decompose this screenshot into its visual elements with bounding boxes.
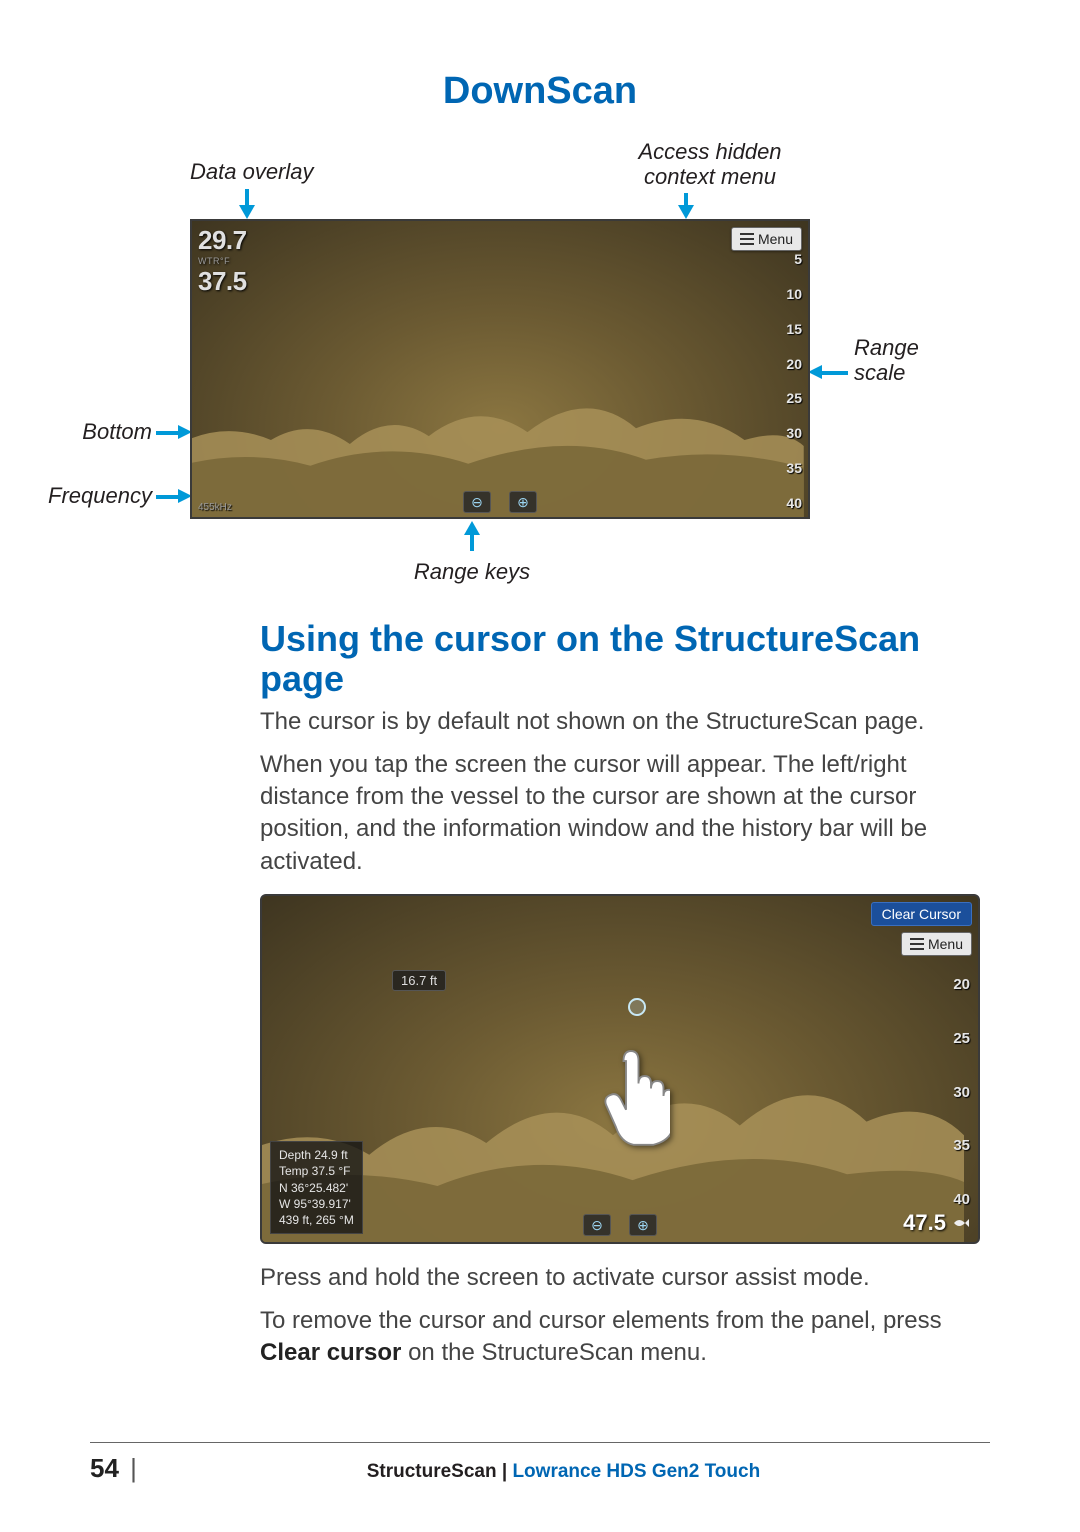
overlay-temp: 37.5 xyxy=(198,266,247,297)
sonar-panel-cursor[interactable]: Clear Cursor Menu 16.7 ft Depth 24.9 ft … xyxy=(260,894,980,1244)
menu-button[interactable]: Menu xyxy=(731,227,802,251)
paragraph: To remove the cursor and cursor elements… xyxy=(260,1305,990,1370)
range-scale: 5 10 15 20 25 30 35 40 xyxy=(786,251,802,511)
arrow-down-icon xyxy=(239,205,255,219)
arrow-bottom-stem xyxy=(156,431,180,435)
zoom-out-button[interactable]: ⊖ xyxy=(463,491,491,513)
sonar-panel-downscan: 29.7 WTR°F 37.5 Menu 5 10 15 20 25 30 35… xyxy=(190,219,810,519)
section-heading-cursor: Using the cursor on the StructureScan pa… xyxy=(260,619,990,698)
callout-range-keys: Range keys xyxy=(412,559,532,584)
cursor-marker-icon xyxy=(628,998,646,1016)
range-tick: 40 xyxy=(953,1191,970,1208)
arrow-freq-stem xyxy=(156,495,180,499)
page-footer: 54 | StructureScan | Lowrance HDS Gen2 T… xyxy=(90,1442,990,1484)
range-tick: 30 xyxy=(953,1084,970,1101)
info-lat: N 36°25.482' xyxy=(279,1180,354,1196)
info-lon: W 95°39.917' xyxy=(279,1196,354,1212)
arrow-left-icon xyxy=(808,365,822,379)
range-tick: 10 xyxy=(786,286,802,302)
footer-pipe: | xyxy=(123,1453,137,1484)
callout-frequency: Frequency xyxy=(40,483,152,508)
callout-bottom: Bottom xyxy=(72,419,152,444)
footer-section: StructureScan xyxy=(367,1461,497,1482)
menu-button[interactable]: Menu xyxy=(901,932,972,956)
menu-icon xyxy=(910,938,924,950)
touch-hand-icon xyxy=(592,1046,670,1146)
arrow-down-icon xyxy=(678,205,694,219)
zoom-in-button[interactable]: ⊕ xyxy=(629,1214,657,1236)
footer-center: StructureScan | Lowrance HDS Gen2 Touch xyxy=(137,1461,990,1483)
zoom-out-button[interactable]: ⊖ xyxy=(583,1214,611,1236)
menu-label: Menu xyxy=(758,231,793,247)
range-tick: 35 xyxy=(953,1137,970,1154)
data-overlay-box: 29.7 WTR°F 37.5 xyxy=(198,225,247,297)
callout-range-line2: scale xyxy=(854,360,905,385)
callout-context-line1: Access hidden xyxy=(638,139,781,164)
range-tick: 35 xyxy=(786,460,802,476)
range-tick: 40 xyxy=(786,495,802,511)
arrow-rangekeys-stem xyxy=(470,533,474,551)
range-tick: 20 xyxy=(953,976,970,993)
menu-label: Menu xyxy=(928,936,963,952)
menu-icon xyxy=(740,233,754,245)
info-temp: Temp 37.5 °F xyxy=(279,1163,354,1179)
footer-sep: | xyxy=(497,1461,513,1482)
paragraph: The cursor is by default not shown on th… xyxy=(260,706,990,738)
footer-brand: Lowrance HDS Gen2 Touch xyxy=(512,1461,760,1482)
cursor-distance-badge: 16.7 ft xyxy=(392,970,446,991)
fish-icon xyxy=(952,1214,970,1232)
depth-value: 47.5 xyxy=(903,1210,946,1236)
cursor-info-window: Depth 24.9 ft Temp 37.5 °F N 36°25.482' … xyxy=(270,1141,363,1234)
range-keys: ⊖ ⊕ xyxy=(583,1214,657,1236)
arrow-up-icon xyxy=(464,521,480,535)
para-text: To remove the cursor and cursor elements… xyxy=(260,1307,942,1334)
callout-context-menu: Access hidden context menu xyxy=(620,139,800,190)
callout-range-line1: Range xyxy=(854,335,919,360)
arrow-range-stem xyxy=(820,371,848,375)
info-depth: Depth 24.9 ft xyxy=(279,1147,354,1163)
bottom-right-depth: 47.5 xyxy=(903,1210,970,1236)
range-scale: 20 25 30 35 40 xyxy=(953,976,970,1208)
info-distance-bearing: 439 ft, 265 °M xyxy=(279,1212,354,1228)
range-tick: 20 xyxy=(786,356,802,372)
zoom-in-button[interactable]: ⊕ xyxy=(509,491,537,513)
callout-data-overlay: Data overlay xyxy=(190,159,314,184)
range-tick: 25 xyxy=(786,390,802,406)
clear-cursor-button[interactable]: Clear Cursor xyxy=(871,902,972,926)
range-tick: 15 xyxy=(786,321,802,337)
callout-range-scale: Range scale xyxy=(854,335,919,386)
frequency-label: 455kHz xyxy=(198,502,232,513)
range-tick: 25 xyxy=(953,1030,970,1047)
range-tick: 30 xyxy=(786,425,802,441)
paragraph: Press and hold the screen to activate cu… xyxy=(260,1262,990,1294)
para-text: on the StructureScan menu. xyxy=(401,1339,707,1366)
page-number: 54 xyxy=(90,1453,119,1484)
overlay-temp-label: WTR°F xyxy=(198,256,247,266)
callout-context-line2: context menu xyxy=(644,164,776,189)
range-tick: 5 xyxy=(786,251,802,267)
range-keys: ⊖ ⊕ xyxy=(463,491,537,513)
overlay-depth: 29.7 xyxy=(198,225,247,256)
downscan-diagram: Data overlay Access hidden context menu … xyxy=(90,119,990,599)
sonar-panel-cursor-wrap: Clear Cursor Menu 16.7 ft Depth 24.9 ft … xyxy=(260,894,980,1244)
downscan-heading: DownScan xyxy=(90,70,990,113)
paragraph: When you tap the screen the cursor will … xyxy=(260,749,990,879)
clear-cursor-inline: Clear cursor xyxy=(260,1339,401,1366)
